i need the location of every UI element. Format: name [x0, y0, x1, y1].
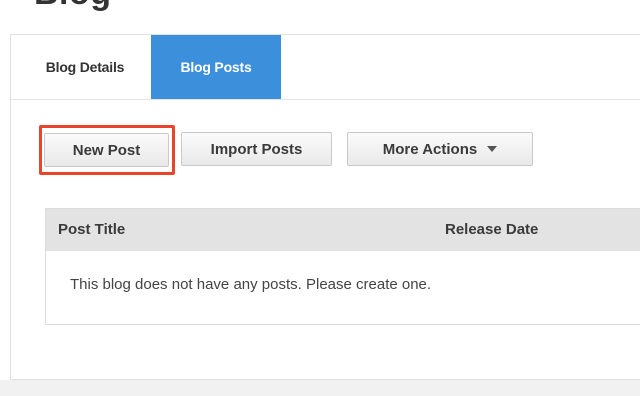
tab-blog-posts[interactable]: Blog Posts: [151, 35, 281, 99]
table-header: Post Title Release Date: [46, 209, 640, 251]
column-header-post-title[interactable]: Post Title: [58, 209, 125, 251]
chevron-down-icon: [487, 146, 498, 153]
empty-table-message: This blog does not have any posts. Pleas…: [70, 276, 432, 293]
new-post-button[interactable]: New Post: [44, 133, 169, 167]
page: Blog Blog Details Blog Posts New Post Im…: [0, 0, 640, 396]
more-actions-label: More Actions: [382, 141, 478, 158]
page-title: Blog: [34, 0, 112, 10]
column-header-release-date[interactable]: Release Date: [445, 209, 538, 251]
tab-bar: Blog Details Blog Posts: [11, 35, 640, 100]
posts-table: Post Title Release Date This blog does n…: [45, 208, 640, 325]
blog-panel: Blog Details Blog Posts New Post Import …: [10, 34, 640, 380]
page-footer-strip: [0, 380, 640, 396]
import-posts-button[interactable]: Import Posts: [181, 132, 332, 166]
more-actions-button[interactable]: More Actions: [347, 132, 533, 166]
tab-blog-details[interactable]: Blog Details: [21, 35, 149, 99]
